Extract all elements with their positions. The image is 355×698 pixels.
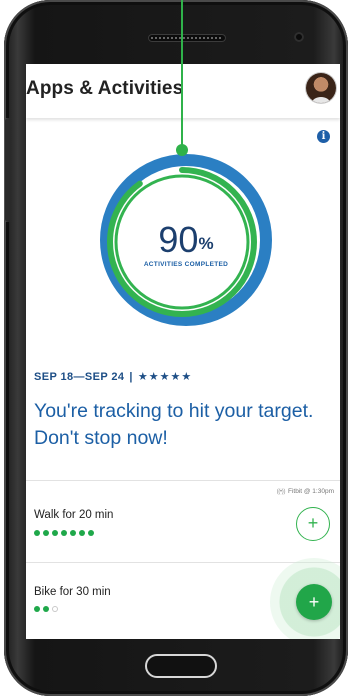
progress-dot-filled [70,530,76,536]
week-range: SEP 18—SEP 24 [34,371,125,383]
week-summary: SEP 18—SEP 24 | ★★★★★ [34,370,192,383]
sync-source-label: Fitbit @ 1:30pm [288,488,334,495]
phone-frame: Apps & Activities i 90% ACTIVITIES COMPL… [4,0,348,696]
progress-dot-filled [34,530,40,536]
activity-progress-dots-walk [34,530,97,538]
side-button [4,118,11,222]
percent-symbol: % [198,234,214,253]
plus-icon: + [307,513,319,533]
info-icon[interactable]: i [317,130,330,143]
callout-line [181,0,183,148]
activity-title-walk[interactable]: Walk for 20 min [34,509,113,521]
progress-dot-filled [61,530,67,536]
progress-dot-filled [52,530,58,536]
add-activity-fab-button[interactable]: + [296,584,332,620]
sync-source: ((•)) Fitbit @ 1:30pm [277,488,334,495]
motivation-message: You're tracking to hit your target. Don'… [34,400,314,449]
home-button[interactable] [145,654,217,678]
page-title: Apps & Activities [26,78,184,99]
percent-value: 90% [98,222,274,258]
stage: Apps & Activities i 90% ACTIVITIES COMPL… [0,0,355,698]
speaker-grille [148,34,226,42]
app-bar: Apps & Activities [26,64,340,118]
broadcast-icon: ((•)) [276,488,286,495]
progress-dot-filled [79,530,85,536]
progress-dot-filled [88,530,94,536]
week-separator: | [129,371,133,383]
percent-number: 90 [158,219,199,260]
activity-progress-dots-bike [34,606,61,614]
rating-stars: ★★★★★ [137,371,193,383]
progress-dot-filled [43,606,49,612]
avatar[interactable] [306,73,336,103]
progress-ring: 90% ACTIVITIES COMPLETED [98,152,274,328]
progress-dot-filled [43,530,49,536]
divider [26,480,340,481]
plus-icon: + [308,592,320,612]
activity-title-bike[interactable]: Bike for 30 min [34,586,111,598]
progress-dot-filled [34,606,40,612]
front-camera [294,32,304,42]
callout-dot [176,144,188,156]
add-activity-walk-button[interactable]: + [296,507,330,541]
percent-label: ACTIVITIES COMPLETED [143,261,229,268]
progress-dot-empty [52,606,58,612]
